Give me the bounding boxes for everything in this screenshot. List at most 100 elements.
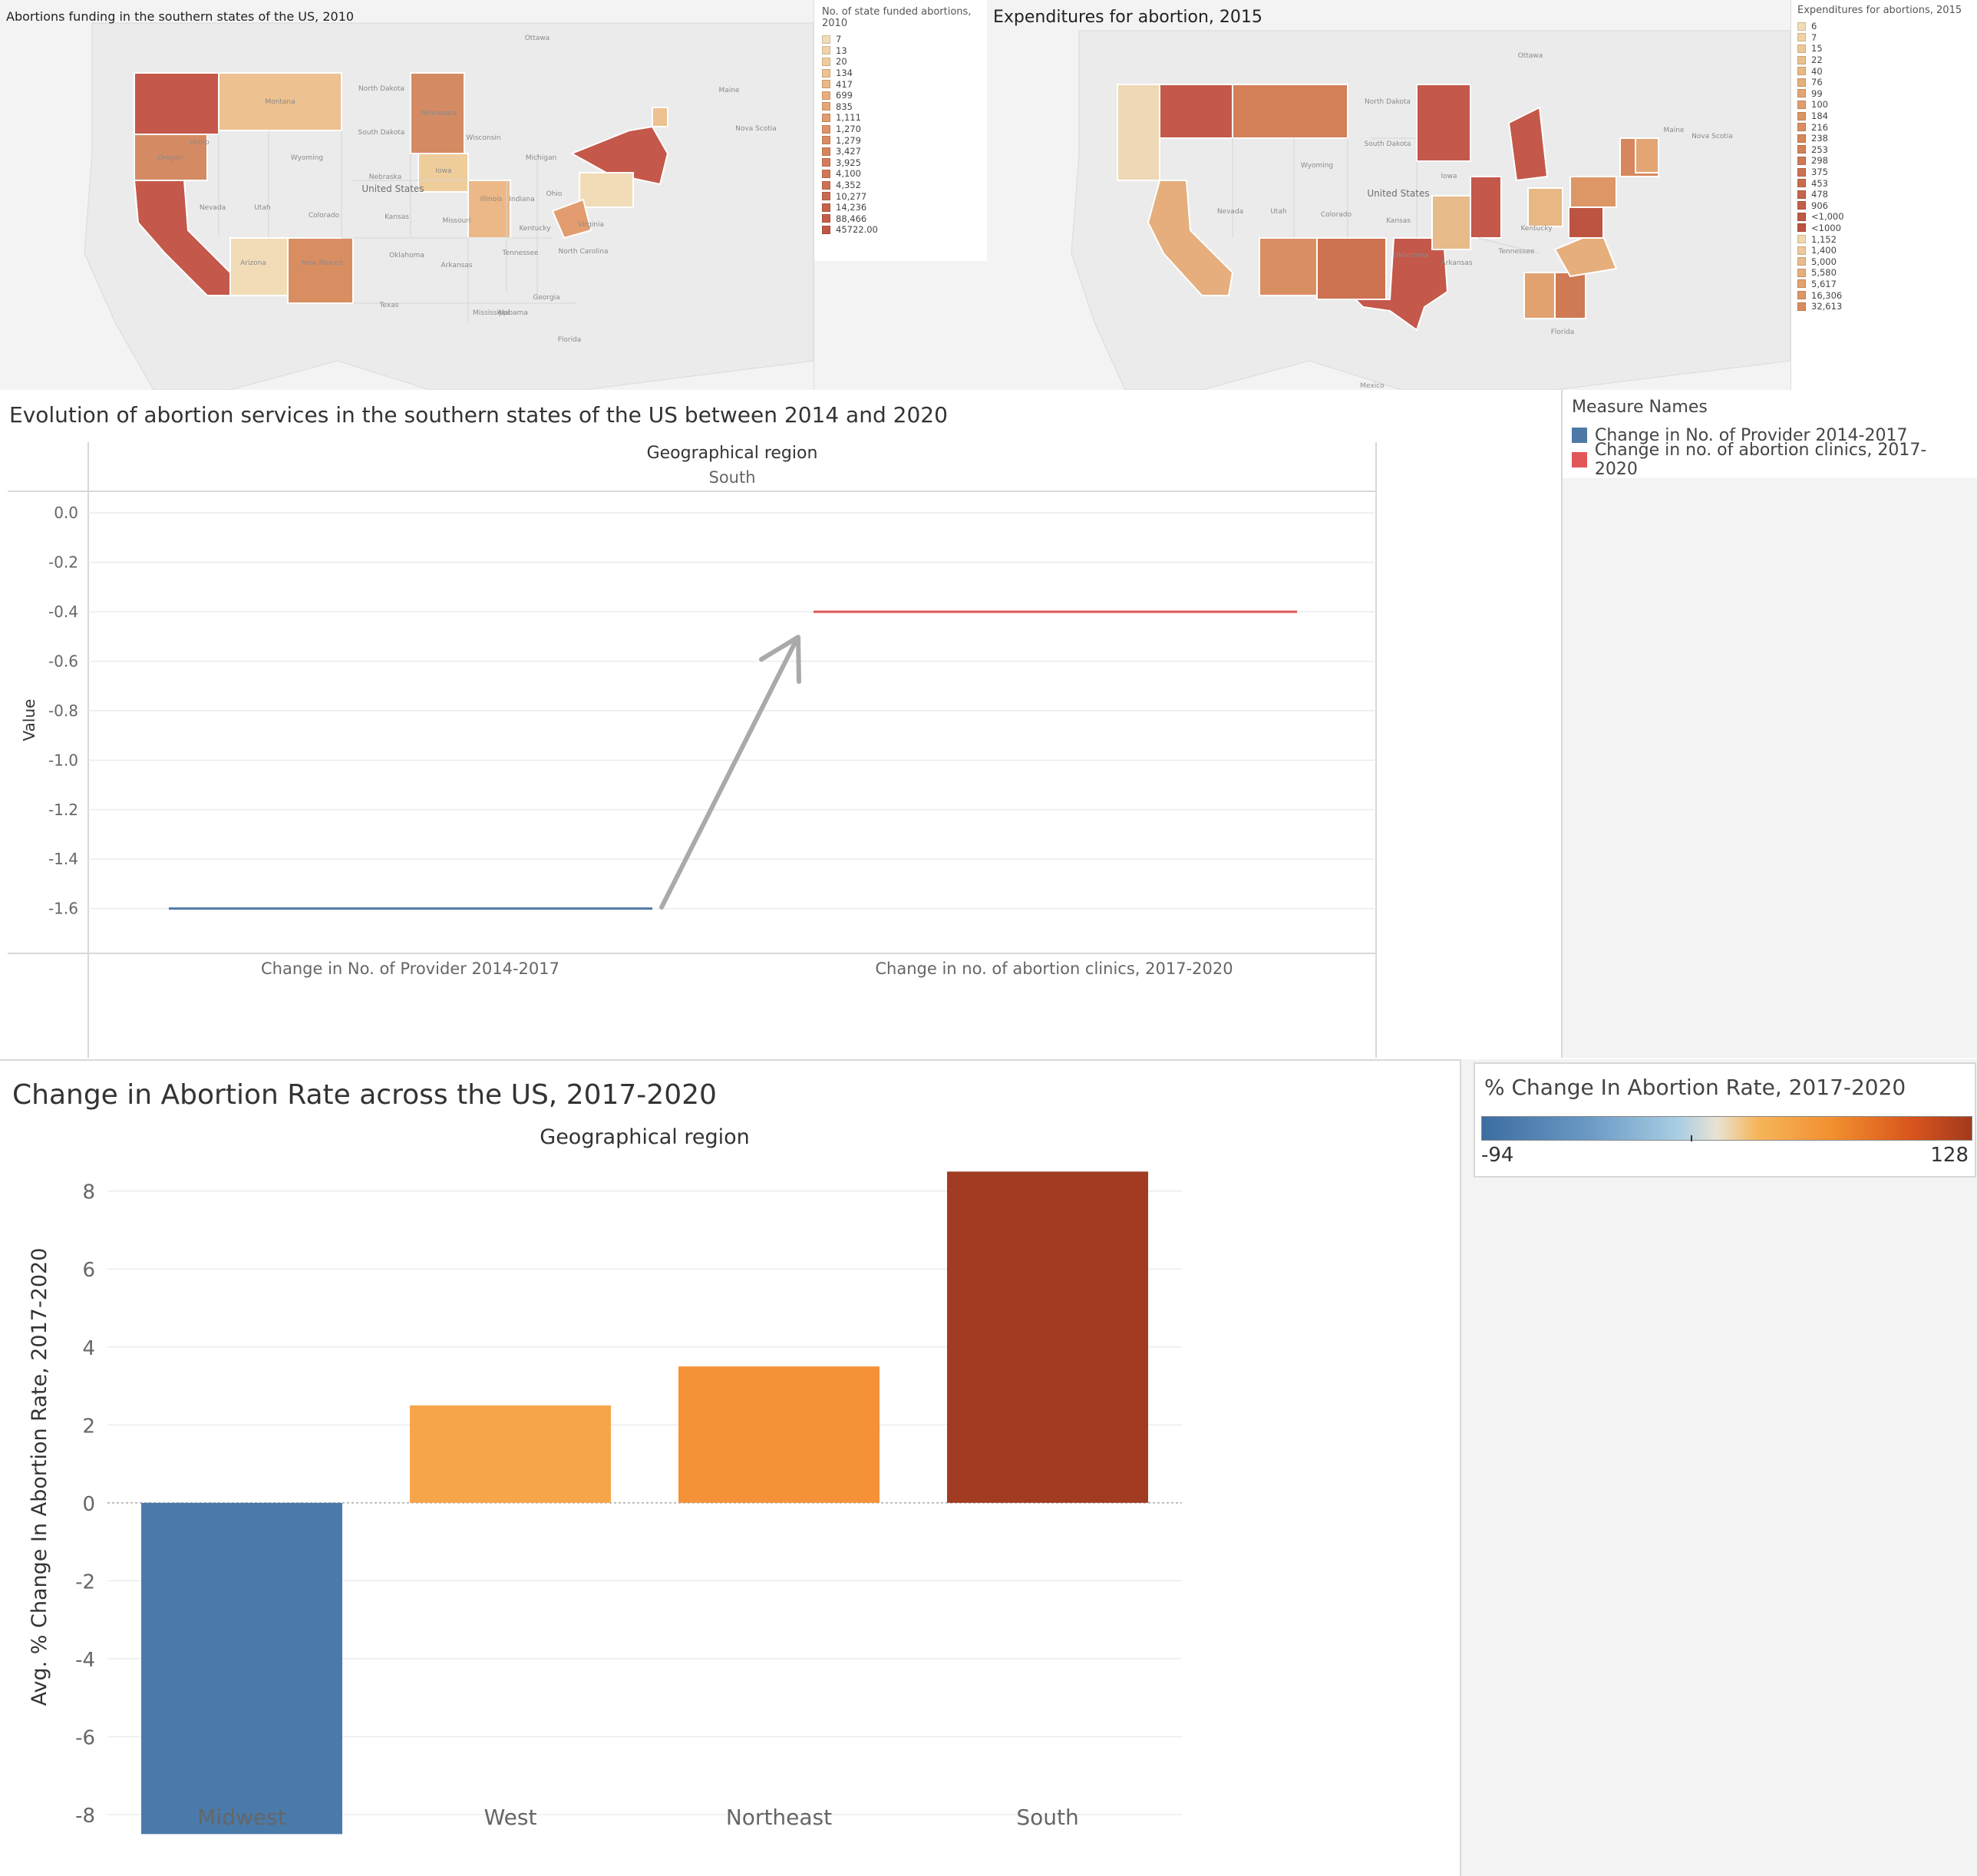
- legend-item[interactable]: 375: [1797, 167, 1971, 178]
- legend-item[interactable]: 14,236: [822, 202, 979, 213]
- legend-label: 5,000: [1811, 256, 1837, 267]
- map-label: Oklahoma: [389, 252, 424, 259]
- map-label: United States: [361, 183, 424, 194]
- legend-item[interactable]: 216: [1797, 121, 1971, 133]
- legend-item[interactable]: 835: [822, 101, 979, 113]
- legend-item[interactable]: 76: [1797, 77, 1971, 88]
- legend-item[interactable]: 5,580: [1797, 267, 1971, 279]
- line-chart-header: Geographical region: [647, 444, 818, 463]
- legend-item[interactable]: 22: [1797, 54, 1971, 66]
- map-label: Arizona: [240, 259, 266, 267]
- map-label: Oregon: [157, 154, 183, 162]
- legend-label: 375: [1811, 167, 1828, 178]
- y-tick-label: -1.2: [48, 801, 78, 819]
- legend-item[interactable]: 298: [1797, 155, 1971, 167]
- legend-item[interactable]: 99: [1797, 88, 1971, 100]
- legend-item[interactable]: <1000: [1797, 223, 1971, 234]
- legend-item[interactable]: 10,277: [822, 190, 979, 202]
- map-panel-expenditures: Ottawa North Dakota South Dakota Wyoming…: [987, 0, 1791, 390]
- legend-item[interactable]: 906: [1797, 200, 1971, 212]
- legend-label: 216: [1811, 121, 1828, 133]
- legend-item[interactable]: 20: [822, 56, 979, 68]
- legend-swatch: [1797, 201, 1806, 210]
- map-label: Nebraska: [369, 173, 401, 181]
- map-label: Minnesota: [421, 110, 457, 117]
- legend-label: 298: [1811, 155, 1828, 167]
- legend-title: % Change In Abortion Rate, 2017-2020: [1484, 1075, 1906, 1100]
- legend-swatch: [1797, 89, 1806, 98]
- map-label: Nevada: [200, 204, 226, 212]
- legend-item[interactable]: 184: [1797, 111, 1971, 122]
- legend-swatch: [1797, 268, 1806, 277]
- legend-item[interactable]: <1,000: [1797, 211, 1971, 223]
- legend-min: -94: [1481, 1144, 1514, 1167]
- legend-item[interactable]: 134: [822, 68, 979, 79]
- bar-chart-header: Geographical region: [540, 1125, 749, 1149]
- legend-swatch: [822, 102, 830, 111]
- legend-label: 1,270: [836, 124, 861, 135]
- legend-item[interactable]: 3,427: [822, 146, 979, 157]
- legend-label: 3,925: [836, 157, 861, 168]
- legend-item[interactable]: 1,400: [1797, 245, 1971, 256]
- us-map-2010[interactable]: Ottawa North Dakota South Dakota Nebrask…: [0, 0, 814, 390]
- color-ramp[interactable]: [1481, 1116, 1972, 1141]
- legend-item[interactable]: 1,270: [822, 124, 979, 135]
- y-tick-label: -4: [75, 1649, 95, 1672]
- legend-swatch: [1797, 223, 1806, 233]
- legend-swatch: [822, 203, 830, 212]
- legend-label: 20: [836, 56, 847, 68]
- map-label: Ottawa: [1518, 52, 1543, 60]
- legend-item[interactable]: 13: [822, 45, 979, 57]
- legend-item[interactable]: 417: [822, 78, 979, 90]
- map-label: North Carolina: [558, 248, 608, 256]
- map-panel-state-funded: Ottawa North Dakota South Dakota Nebrask…: [0, 0, 814, 390]
- legend-item[interactable]: 32,613: [1797, 301, 1971, 312]
- legend-item[interactable]: 100: [1797, 99, 1971, 111]
- us-map-2015[interactable]: Ottawa North Dakota South Dakota Wyoming…: [987, 0, 1791, 390]
- y-tick-label: 8: [82, 1181, 95, 1204]
- legend-item[interactable]: 6: [1797, 21, 1971, 32]
- legend-item[interactable]: 3,925: [822, 157, 979, 169]
- map-label: Michigan: [526, 154, 556, 162]
- legend-item[interactable]: 7: [822, 34, 979, 45]
- legend-item[interactable]: 40: [1797, 65, 1971, 77]
- legend-label: 453: [1811, 177, 1828, 189]
- line-chart: Geographical region South Value 0.0 -0.2 -…: [8, 390, 1563, 1058]
- legend-swatch: [1797, 190, 1806, 199]
- legend-swatch: [1797, 55, 1806, 64]
- legend-item[interactable]: 1,111: [822, 112, 979, 124]
- legend-item[interactable]: 4,352: [822, 180, 979, 191]
- legend-item[interactable]: 478: [1797, 189, 1971, 200]
- legend-item[interactable]: 238: [1797, 133, 1971, 144]
- legend-swatch: [822, 91, 830, 100]
- legend-label: 1,279: [836, 134, 861, 146]
- legend-item[interactable]: 7: [1797, 32, 1971, 44]
- legend-swatch: [1572, 452, 1587, 467]
- legend-item[interactable]: 5,617: [1797, 279, 1971, 290]
- legend-title: No. of state funded abortions, 2010: [822, 6, 972, 29]
- map-label: Kentucky: [519, 225, 551, 233]
- legend-item-clinics[interactable]: Change in no. of abortion clinics, 2017-…: [1572, 441, 1968, 479]
- legend-swatch: [1797, 257, 1806, 266]
- legend-item[interactable]: 16,306: [1797, 289, 1971, 301]
- legend-item[interactable]: 253: [1797, 144, 1971, 156]
- legend-item[interactable]: 699: [822, 90, 979, 101]
- legend-item[interactable]: 4,100: [822, 168, 979, 180]
- legend-item[interactable]: 5,000: [1797, 256, 1971, 267]
- legend-swatch: [1797, 78, 1806, 87]
- map-label: United States: [1367, 188, 1429, 199]
- x-categories: Change in No. of Provider 2014-2017 Chang…: [261, 959, 1233, 978]
- legend-item[interactable]: 88,466: [822, 213, 979, 225]
- legend-item[interactable]: 15: [1797, 43, 1971, 54]
- y-tick-label: -0.6: [48, 652, 78, 670]
- legend-item[interactable]: 1,152: [1797, 233, 1971, 245]
- map-title: Expenditures for abortion, 2015: [993, 8, 1262, 27]
- legend-label: 1,400: [1811, 245, 1837, 256]
- legend-swatch: [1797, 145, 1806, 154]
- legend-item[interactable]: 45722.00: [822, 224, 979, 236]
- map-label: Texas: [379, 302, 399, 309]
- legend-item[interactable]: 1,279: [822, 134, 979, 146]
- map-label: Maine: [1663, 127, 1684, 134]
- legend-item[interactable]: 453: [1797, 177, 1971, 189]
- y-tick-label: 6: [82, 1259, 95, 1282]
